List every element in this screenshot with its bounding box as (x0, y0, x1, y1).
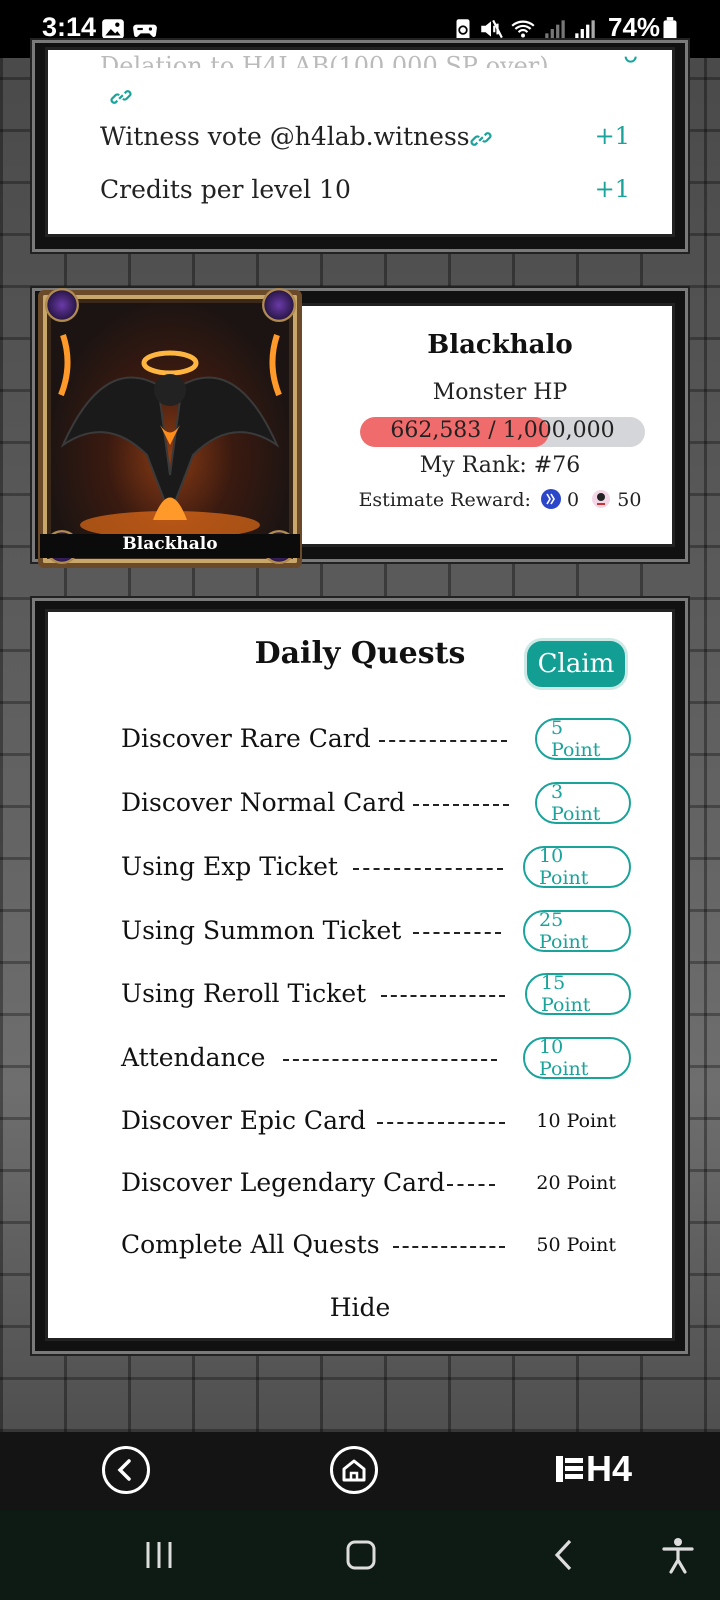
bonus-row-label: Witness vote @h4lab.witness (100, 122, 470, 151)
quest-dash (353, 868, 503, 870)
quest-row: Discover Legendary Card 20 Point (121, 1162, 631, 1206)
quest-row: Using Summon Ticket 25 Point (121, 909, 631, 954)
wifi-icon (511, 20, 535, 38)
quest-label: Using Exp Ticket (121, 852, 338, 881)
partial-text: Delation to H4LAB(100,000 SP over) (100, 52, 549, 68)
quest-dash (393, 1246, 505, 1248)
home-icon (342, 1459, 366, 1482)
home-square-icon[interactable] (344, 1538, 378, 1572)
monster-illustration (58, 334, 282, 539)
estimate-reward-label: Estimate Reward: (358, 489, 531, 511)
quest-dash (413, 804, 509, 806)
card-corner-orb (45, 288, 79, 322)
quest-row: Discover Normal Card 3 Point (121, 781, 631, 826)
quest-dash (447, 1184, 495, 1186)
recent-apps-icon[interactable] (142, 1538, 176, 1572)
app-bottom-nav: H4 (0, 1432, 720, 1510)
quest-dash (377, 1122, 505, 1124)
logo-mark-icon (556, 1456, 583, 1482)
reward-coin-value: 0 (567, 489, 580, 511)
system-nav-bar (0, 1510, 720, 1600)
token-icon (592, 490, 611, 508)
signal-icon-2 (575, 20, 595, 40)
quest-dash (381, 995, 505, 997)
battery-icon (663, 17, 677, 41)
battery-percent: 74% (608, 12, 661, 42)
reward-token-value: 50 (617, 489, 642, 511)
quest-row: Attendance 10 Point (121, 1036, 631, 1081)
monster-hp-text: 662,583 / 1,000,000 (390, 418, 615, 443)
accessibility-icon[interactable] (660, 1536, 696, 1574)
quest-row: Using Reroll Ticket 15 Point (121, 972, 631, 1017)
bonus-row-label: Credits per level 10 (100, 175, 351, 204)
daily-quests-title: Daily Quests (254, 636, 466, 671)
hive-coin-icon (541, 489, 561, 509)
hide-link[interactable]: Hide (300, 1293, 420, 1322)
home-button[interactable] (330, 1446, 378, 1494)
quest-points-badge[interactable]: 10 Point (523, 1036, 631, 1080)
quest-dash (379, 740, 507, 742)
quest-row: Using Exp Ticket 10 Point (121, 845, 631, 890)
quest-row: Discover Rare Card 5 Point (121, 717, 631, 762)
quest-points-badge[interactable]: 3 Point (535, 781, 631, 825)
quest-label: Discover Normal Card (121, 788, 406, 817)
chevron-left-icon (117, 1459, 131, 1481)
bonus-row: Witness vote @h4lab.witness +1 (100, 122, 630, 158)
quest-points: 20 Point (536, 1172, 616, 1194)
quest-row: Discover Epic Card 10 Point (121, 1100, 631, 1144)
quest-label: Discover Legendary Card (121, 1168, 445, 1197)
bonus-row-value: +1 (594, 175, 630, 203)
monster-name: Blackhalo (427, 330, 573, 360)
game-controller-icon (133, 24, 157, 37)
quest-points-badge[interactable]: 10 Point (523, 845, 631, 889)
quest-points-badge[interactable]: 25 Point (523, 909, 631, 953)
back-button[interactable] (102, 1446, 150, 1494)
link-icon[interactable] (110, 86, 132, 108)
quest-label: Discover Rare Card (121, 724, 371, 753)
system-back-icon[interactable] (548, 1538, 582, 1572)
my-rank: My Rank: #76 (419, 453, 581, 478)
monster-card-image[interactable] (38, 290, 302, 568)
quest-label: Using Reroll Ticket (121, 979, 367, 1008)
h4-logo[interactable]: H4 (554, 1448, 632, 1490)
mute-icon (481, 19, 503, 39)
quest-dash (413, 932, 501, 934)
bonus-panel: Delation to H4LAB(100,000 SP over) Witne… (32, 40, 688, 252)
signal-icon (545, 20, 565, 40)
quest-points: 10 Point (536, 1110, 616, 1132)
card-name-label: Blackhalo (40, 534, 300, 558)
status-time: 3:14 (42, 12, 97, 42)
gallery-icon (102, 19, 124, 39)
quest-points-badge[interactable]: 5 Point (535, 717, 631, 761)
logo-text: H4 (586, 1448, 633, 1489)
quest-label: Using Summon Ticket (121, 916, 402, 945)
link-icon[interactable] (470, 128, 492, 150)
quest-label: Complete All Quests (121, 1230, 380, 1259)
bonus-row: Credits per level 10 +1 (100, 175, 630, 211)
estimate-reward: Estimate Reward: 0 50 (300, 489, 700, 511)
quest-row: Complete All Quests 50 Point (121, 1224, 631, 1268)
card-corner-orb (262, 288, 296, 322)
battery-saver-icon (456, 19, 470, 40)
claim-button[interactable]: Claim (524, 638, 628, 690)
bonus-row-value: +1 (594, 122, 630, 150)
monster-hp-label: Monster HP (432, 380, 568, 405)
quest-points: 50 Point (536, 1234, 616, 1256)
link-icon-partial (624, 56, 637, 63)
quest-label: Attendance (121, 1043, 266, 1072)
quest-label: Discover Epic Card (121, 1106, 366, 1135)
quest-points-badge[interactable]: 15 Point (525, 972, 631, 1016)
quest-dash (283, 1059, 497, 1061)
